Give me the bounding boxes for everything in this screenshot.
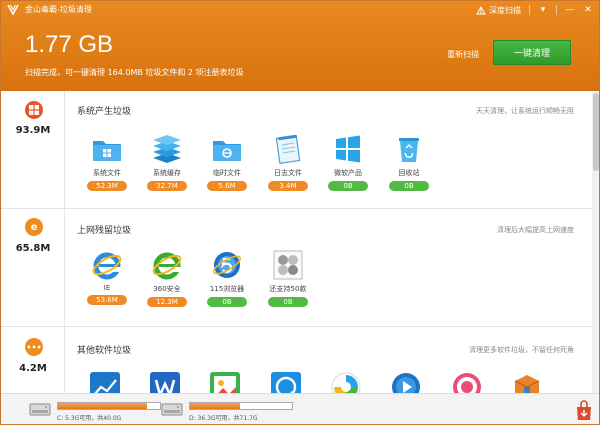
- app-picture-icon[interactable]: [209, 371, 241, 393]
- item-ie[interactable]: IE 53.6M: [79, 249, 135, 305]
- drive-usage-bar: [57, 402, 161, 410]
- section-tip: 清理更多软件垃圾，不留任何死角: [469, 346, 574, 354]
- item-label: 微软产品: [334, 169, 362, 177]
- more-browsers-icon: [273, 250, 303, 280]
- app-qq-browser-icon[interactable]: [270, 371, 302, 393]
- titlebar-controls: 深度扫描 ▾ — ✕: [468, 1, 599, 19]
- app-circle-icon[interactable]: [330, 371, 362, 393]
- item-label: 还支持50款: [269, 285, 307, 293]
- drive-c-status: C: 5.3G可用，共40.0G: [29, 399, 169, 423]
- item-360-browser[interactable]: 360安全 12.3M: [139, 249, 195, 307]
- 115-browser-icon: [212, 252, 242, 278]
- section-internet-junk: e 65.8M 上网残留垃圾 清理后大幅提高上网速度 IE 53.6M 360安…: [1, 209, 592, 327]
- item-size-badge: 12.3M: [147, 297, 187, 307]
- one-click-clean-button[interactable]: 一键清理: [493, 40, 571, 65]
- item-temp-files[interactable]: 临时文件 5.6M: [199, 133, 255, 191]
- item-size-badge: 3.4M: [268, 181, 308, 191]
- drive-usage-bar: [189, 402, 293, 410]
- folder-windows-icon: [93, 141, 121, 161]
- windows-logo-icon: [336, 135, 360, 163]
- deep-scan-button[interactable]: 深度扫描: [476, 5, 521, 16]
- section-title: 其他软件垃圾: [77, 346, 132, 356]
- section-title: 上网残留垃圾: [77, 226, 132, 236]
- item-system-files[interactable]: 系统文件 52.3M: [79, 133, 135, 191]
- item-microsoft-products[interactable]: 微软产品 0B: [320, 133, 376, 191]
- app-box-icon[interactable]: [511, 371, 543, 393]
- item-label: IE: [103, 284, 111, 292]
- kingsoft-logo-icon: [7, 4, 19, 15]
- item-size-badge: 0B: [389, 181, 429, 191]
- more-dots-icon: •••: [25, 338, 43, 356]
- stacked-layers-icon: [153, 135, 181, 163]
- app-player-icon[interactable]: [390, 371, 422, 393]
- total-junk-size: 1.77 GB: [25, 31, 114, 58]
- app-word-icon[interactable]: [149, 371, 181, 393]
- item-label: 系统缓存: [153, 169, 181, 177]
- section-size: 4.2M: [19, 363, 47, 374]
- disk-status-bar: C: 5.3G可用，共40.0G D: 36.3G可用，共71.7G: [1, 393, 599, 424]
- item-label: 系统文件: [93, 169, 121, 177]
- item-recycle-bin[interactable]: 回收站 0B: [381, 133, 437, 191]
- section-tip: 天天清理，让系统运行顺畅无阻: [476, 107, 574, 115]
- item-system-cache[interactable]: 系统缓存 32.7M: [139, 133, 195, 191]
- notepad-icon: [275, 134, 301, 164]
- window-title: 金山毒霸-垃圾清理: [25, 5, 92, 14]
- recycle-bin-icon: [399, 138, 419, 162]
- windows-icon: [25, 101, 43, 119]
- item-label: 360安全: [153, 285, 181, 293]
- section-size: 93.9M: [15, 125, 51, 136]
- drive-space-text: D: 36.3G可用，共71.7G: [189, 415, 258, 422]
- titlebar-divider: [556, 5, 557, 15]
- title-bar: 金山毒霸-垃圾清理 深度扫描 ▾ — ✕: [1, 1, 599, 19]
- item-label: 115浏览器: [209, 285, 245, 293]
- scan-status-text: 扫描完成，可一键清理 164.0MB 垃圾文件和 2 项注册表垃圾: [25, 68, 244, 77]
- drive-usage-fill: [190, 403, 240, 409]
- ie-icon: e: [25, 218, 43, 236]
- section-summary: ••• 4.2M: [1, 327, 65, 393]
- section-tip: 清理后大幅提高上网速度: [497, 226, 574, 234]
- drive-space-text: C: 5.3G可用，共40.0G: [57, 415, 122, 422]
- item-size-badge: 5.6M: [207, 181, 247, 191]
- item-label: 日志文件: [274, 169, 302, 177]
- folder-ie-icon: [213, 141, 241, 161]
- section-system-junk: 93.9M 系统产生垃圾 天天清理，让系统运行顺畅无阻 系统文件 52.3M 系…: [1, 91, 592, 209]
- item-size-badge: 53.6M: [87, 295, 127, 305]
- junk-category-list: 93.9M 系统产生垃圾 天天清理，让系统运行顺畅无阻 系统文件 52.3M 系…: [1, 91, 592, 393]
- item-more-browsers[interactable]: 还支持50款 0B: [260, 249, 316, 307]
- scrollbar-thumb[interactable]: [593, 93, 599, 171]
- deep-scan-label: 深度扫描: [489, 5, 521, 15]
- section-summary: 93.9M: [1, 91, 65, 208]
- section-title: 系统产生垃圾: [77, 107, 132, 117]
- close-icon[interactable]: ✕: [583, 5, 593, 15]
- ie-browser-icon: [92, 252, 122, 280]
- item-size-badge: 0B: [328, 181, 368, 191]
- rescan-link[interactable]: 重新扫描: [447, 49, 479, 60]
- app-chart-icon[interactable]: [89, 371, 121, 393]
- item-115-browser[interactable]: 115浏览器 0B: [199, 249, 255, 307]
- toolbox-bag-icon[interactable]: [575, 399, 593, 421]
- titlebar-divider: [529, 5, 530, 15]
- hard-drive-icon: [29, 403, 51, 416]
- section-size: 65.8M: [15, 243, 51, 254]
- hard-drive-icon: [161, 403, 183, 416]
- item-label: 回收站: [398, 169, 420, 177]
- item-size-badge: 0B: [268, 297, 308, 307]
- vertical-scrollbar[interactable]: [592, 91, 599, 393]
- item-size-badge: 52.3M: [87, 181, 127, 191]
- section-other-software-junk: ••• 4.2M 其他软件垃圾 清理更多软件垃圾，不留任何死角: [1, 327, 592, 393]
- broom-icon: [476, 5, 486, 14]
- section-summary: e 65.8M: [1, 209, 65, 326]
- item-label: 临时文件: [213, 169, 241, 177]
- menu-dropdown-icon[interactable]: ▾: [538, 5, 548, 15]
- app-window: 金山毒霸-垃圾清理 深度扫描 ▾ — ✕ 1.77 GB 扫描完成，可一键清理 …: [0, 0, 600, 425]
- item-size-badge: 0B: [207, 297, 247, 307]
- drive-usage-fill: [58, 403, 147, 409]
- 360-browser-icon: [152, 252, 182, 280]
- drive-d-status: D: 36.3G可用，共71.7G: [161, 399, 301, 423]
- item-size-badge: 32.7M: [147, 181, 187, 191]
- summary-header: 金山毒霸-垃圾清理 深度扫描 ▾ — ✕ 1.77 GB 扫描完成，可一键清理 …: [1, 1, 599, 91]
- minimize-icon[interactable]: —: [565, 5, 575, 15]
- item-log-files[interactable]: 日志文件 3.4M: [260, 133, 316, 191]
- app-pink-icon[interactable]: [451, 371, 483, 393]
